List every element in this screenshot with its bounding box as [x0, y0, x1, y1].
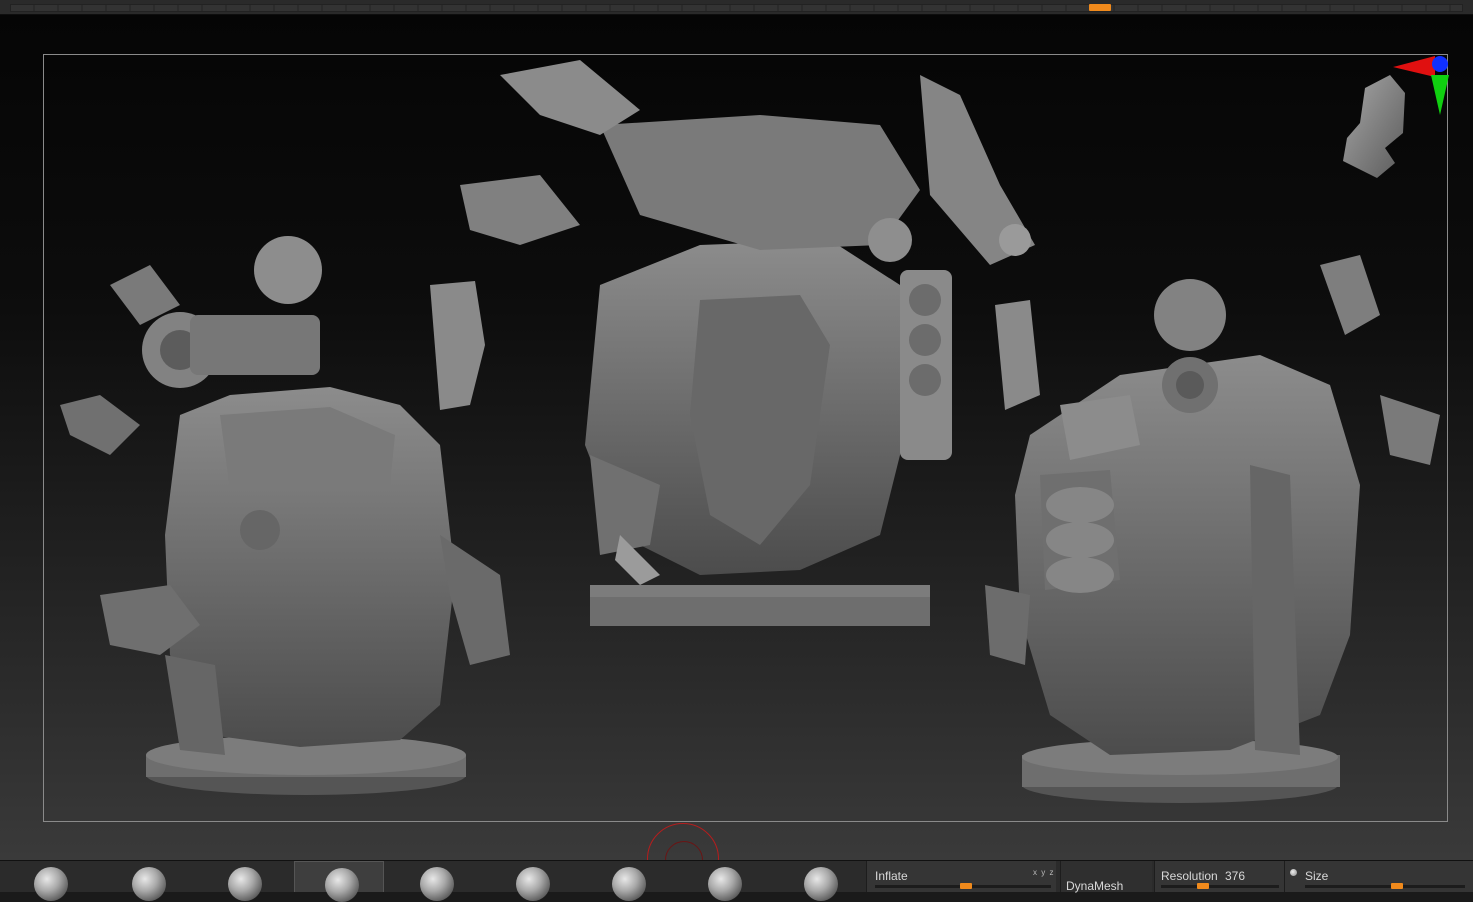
brush-4[interactable] [294, 861, 384, 902]
timeline-marker[interactable] [1089, 4, 1111, 11]
x-axis-arrow-icon [1393, 56, 1435, 77]
size-slider-thumb[interactable] [1391, 883, 1403, 889]
size-slider[interactable]: Size [1284, 861, 1473, 892]
dynamesh-button[interactable]: DynaMesh [1060, 861, 1152, 893]
head-preview-icon [1343, 75, 1405, 178]
brush-5[interactable] [392, 861, 482, 901]
brush-shelf: Inflate x y z DynaMesh Resolution 376 Si… [0, 860, 1473, 902]
brush-sphere-icon [612, 867, 646, 901]
brush-sphere-icon [325, 868, 359, 902]
xyz-icon[interactable]: x y z [1033, 868, 1054, 877]
y-axis-arrow-icon [1431, 75, 1449, 115]
brush-1[interactable] [0, 861, 90, 901]
resolution-slider[interactable]: Resolution 376 [1154, 861, 1284, 892]
brush-sphere-icon [132, 867, 166, 901]
brush-sphere-icon [228, 867, 262, 901]
brush-sphere-icon [708, 867, 742, 901]
brush-7[interactable] [588, 861, 678, 901]
brush-2[interactable] [98, 861, 188, 901]
model-side-view[interactable] [985, 255, 1440, 803]
brush-sphere-icon [804, 867, 838, 901]
timeline-bar[interactable] [0, 0, 1473, 15]
inflate-label: Inflate [875, 869, 908, 883]
size-slider-track[interactable] [1305, 885, 1465, 888]
orientation-gizmo[interactable] [1335, 53, 1455, 193]
brush-sphere-icon [516, 867, 550, 901]
model-rear-view[interactable] [60, 236, 510, 795]
resolution-label: Resolution [1161, 869, 1218, 883]
model-front-view[interactable] [460, 60, 1035, 626]
brush-9[interactable] [784, 861, 874, 901]
size-dot-icon [1290, 869, 1297, 876]
brush-sphere-icon [420, 867, 454, 901]
z-axis-dot-icon [1432, 56, 1448, 72]
brush-6[interactable] [490, 861, 580, 901]
canvas-viewport[interactable] [0, 15, 1473, 860]
size-label: Size [1305, 869, 1329, 883]
sculpt-models[interactable] [0, 15, 1473, 860]
resolution-slider-track[interactable] [1161, 885, 1279, 888]
timeline-track[interactable] [10, 4, 1463, 12]
brush-8[interactable] [686, 861, 776, 901]
brush-3[interactable] [196, 861, 286, 901]
resolution-slider-thumb[interactable] [1197, 883, 1209, 889]
brush-sphere-icon [34, 867, 68, 901]
inflate-slider-thumb[interactable] [960, 883, 972, 889]
inflate-slider[interactable]: Inflate x y z [866, 861, 1056, 892]
resolution-value: 376 [1225, 869, 1246, 883]
